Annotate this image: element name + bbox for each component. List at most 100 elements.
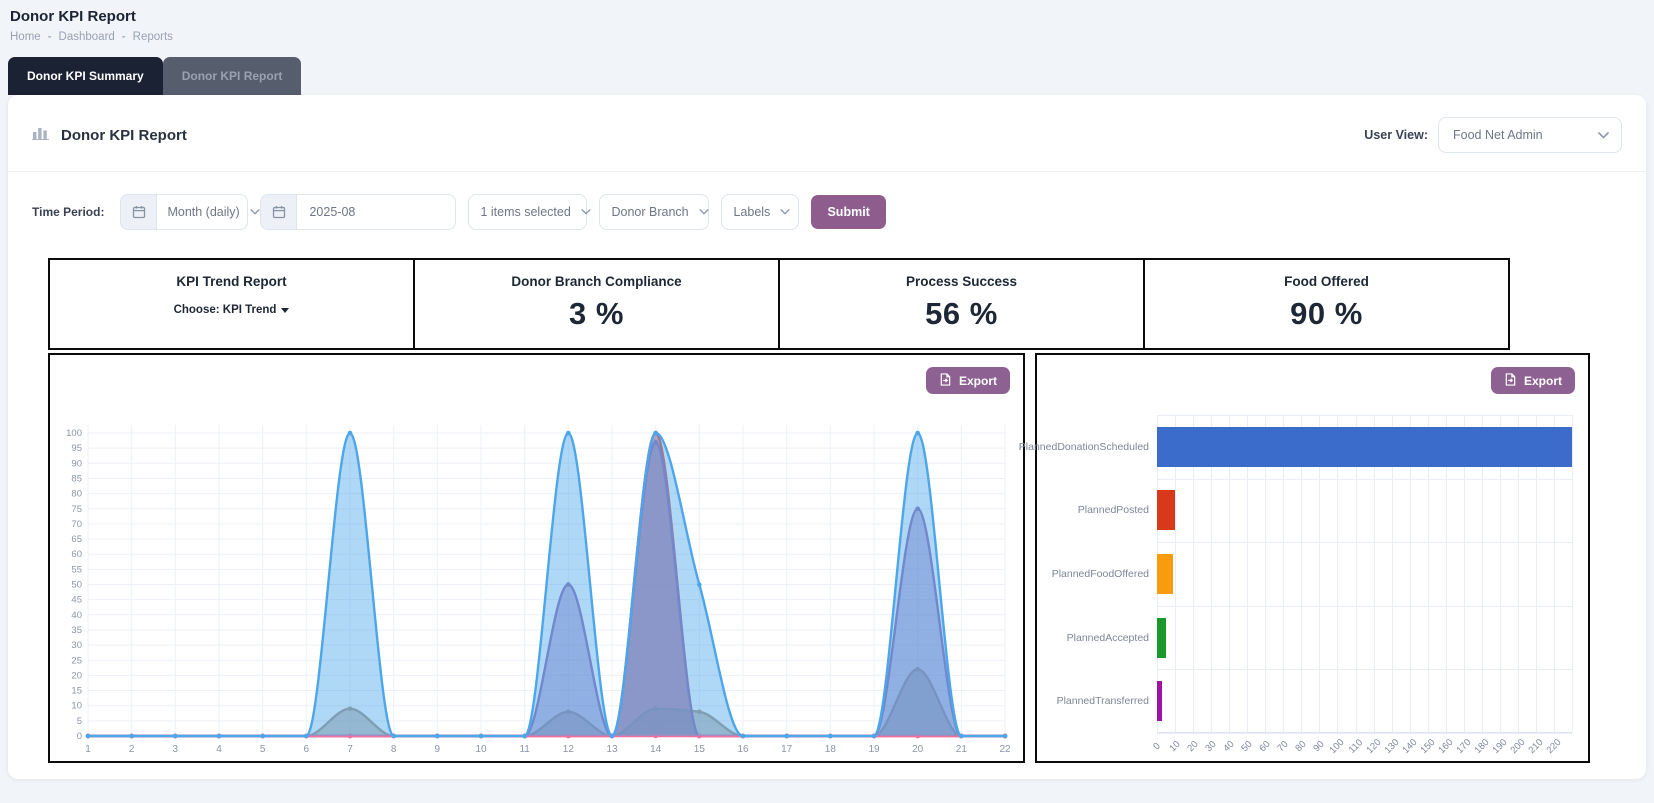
- kpi-title: Donor Branch Compliance: [415, 274, 778, 289]
- svg-text:10: 10: [71, 701, 82, 712]
- card-title: Donor KPI Report: [61, 127, 187, 144]
- chevron-down-icon: [1598, 132, 1609, 139]
- x-axis-tick-label: 110: [1346, 737, 1364, 755]
- gridline: [1157, 606, 1572, 607]
- svg-text:0: 0: [77, 731, 82, 742]
- svg-text:10: 10: [475, 744, 487, 755]
- svg-text:85: 85: [71, 473, 82, 484]
- bar-planned-transferred: [1157, 681, 1162, 721]
- tab-donor-kpi-report[interactable]: Donor KPI Report: [163, 57, 302, 95]
- x-axis-tick-label: 190: [1490, 737, 1509, 756]
- items-selected-select[interactable]: 1 items selected: [468, 194, 587, 230]
- bar-category-label: PlannedDonationScheduled: [1037, 415, 1149, 479]
- svg-text:16: 16: [737, 744, 749, 755]
- svg-text:1: 1: [85, 744, 91, 755]
- x-axis-tick-label: 220: [1545, 737, 1564, 756]
- x-axis-tick-label: 50: [1240, 739, 1255, 754]
- x-axis-tick-label: 80: [1294, 739, 1309, 754]
- svg-text:55: 55: [71, 564, 82, 575]
- svg-text:11: 11: [519, 744, 530, 755]
- x-axis-tick-label: 200: [1508, 737, 1527, 756]
- kpi-row: KPI Trend Report Choose: KPI Trend Donor…: [48, 258, 1646, 350]
- bar-planned-posted: [1157, 490, 1175, 530]
- svg-text:60: 60: [71, 549, 82, 560]
- kpi-title: Process Success: [780, 274, 1143, 289]
- donor-branch-select[interactable]: Donor Branch: [599, 194, 709, 230]
- breadcrumb-home[interactable]: Home: [10, 31, 41, 43]
- labels-value: Labels: [722, 205, 780, 219]
- submit-button[interactable]: Submit: [811, 195, 885, 229]
- export-button[interactable]: Export: [926, 367, 1010, 394]
- breadcrumb-dashboard[interactable]: Dashboard: [59, 31, 115, 43]
- breadcrumb-separator: -: [48, 31, 52, 43]
- x-axis-tick-label: 140: [1400, 737, 1419, 756]
- period-type-select[interactable]: Month (daily): [156, 194, 248, 230]
- choose-kpi-trend-dropdown[interactable]: Choose: KPI Trend: [174, 304, 290, 316]
- kpi-trend-area-chart-panel: Export 051015202530354045505560657075808…: [48, 353, 1025, 763]
- kpi-value: 3 %: [415, 296, 778, 332]
- month-input[interactable]: 2025-08: [296, 194, 456, 230]
- period-type-value: Month (daily): [157, 205, 249, 219]
- x-axis-tick-label: 210: [1526, 737, 1545, 756]
- svg-text:13: 13: [606, 744, 618, 755]
- calendar-icon: [120, 194, 156, 230]
- svg-text:9: 9: [435, 744, 441, 755]
- user-view-select[interactable]: Food Net Admin: [1438, 117, 1622, 153]
- svg-text:15: 15: [694, 744, 706, 755]
- user-view-value: Food Net Admin: [1439, 128, 1553, 142]
- svg-text:70: 70: [71, 519, 82, 530]
- gridline: [1157, 733, 1572, 734]
- export-button[interactable]: Export: [1491, 367, 1575, 394]
- svg-text:21: 21: [956, 744, 968, 755]
- x-axis-tick-label: 30: [1203, 739, 1218, 754]
- time-period-label: Time Period:: [32, 205, 104, 219]
- svg-text:22: 22: [999, 744, 1011, 755]
- svg-text:65: 65: [71, 534, 82, 545]
- period-value-group: 2025-08: [260, 194, 456, 230]
- gridline: [1157, 542, 1572, 543]
- kpi-process-success-box: Process Success 56 %: [778, 258, 1145, 350]
- svg-text:3: 3: [173, 744, 179, 755]
- kpi-trend-title: KPI Trend Report: [50, 274, 413, 289]
- breadcrumb: Home - Dashboard - Reports: [10, 31, 1638, 43]
- bar-planned-donation-scheduled: [1157, 427, 1572, 467]
- caret-down-icon: [281, 308, 289, 313]
- x-axis-tick-label: 40: [1222, 739, 1237, 754]
- planned-kpi-bar-chart-panel: Export PlannedDonationScheduledPlannedPo…: [1035, 353, 1590, 763]
- svg-text:50: 50: [71, 580, 82, 591]
- kpi-donor-branch-compliance-box: Donor Branch Compliance 3 %: [413, 258, 780, 350]
- x-axis-tick-label: 100: [1328, 737, 1347, 756]
- breadcrumb-reports[interactable]: Reports: [133, 31, 173, 43]
- svg-text:75: 75: [71, 504, 82, 515]
- x-axis-tick-label: 170: [1454, 737, 1473, 756]
- page-title: Donor KPI Report: [10, 8, 1638, 25]
- x-axis-tick-label: 20: [1185, 739, 1200, 754]
- page-header: Donor KPI Report Home - Dashboard - Repo…: [0, 0, 1654, 43]
- period-type-group: Month (daily): [120, 194, 248, 230]
- kpi-title: Food Offered: [1145, 274, 1508, 289]
- svg-text:2: 2: [129, 744, 135, 755]
- svg-text:25: 25: [71, 655, 82, 666]
- svg-text:5: 5: [77, 716, 82, 727]
- tab-donor-kpi-summary[interactable]: Donor KPI Summary: [8, 57, 163, 95]
- x-axis-tick-label: 0: [1151, 741, 1163, 753]
- gridline: [1157, 479, 1572, 480]
- svg-text:40: 40: [71, 610, 82, 621]
- bar-chart-icon: [32, 125, 49, 145]
- export-file-icon: [1504, 373, 1517, 389]
- labels-select[interactable]: Labels: [721, 194, 799, 230]
- bar-category-label: PlannedAccepted: [1037, 606, 1149, 670]
- svg-text:12: 12: [563, 744, 575, 755]
- svg-text:20: 20: [912, 744, 924, 755]
- x-axis-tick-label: 10: [1167, 739, 1182, 754]
- svg-text:95: 95: [71, 443, 82, 454]
- choose-kpi-trend-label: Choose: KPI Trend: [174, 304, 277, 316]
- svg-text:45: 45: [71, 595, 82, 606]
- x-axis-tick-label: 180: [1472, 737, 1491, 756]
- svg-text:5: 5: [260, 744, 266, 755]
- svg-text:14: 14: [650, 744, 662, 755]
- gridline: [1157, 415, 1572, 416]
- x-axis-tick-label: 150: [1418, 737, 1437, 756]
- kpi-trend-report-box: KPI Trend Report Choose: KPI Trend: [48, 258, 415, 350]
- export-label: Export: [959, 374, 997, 388]
